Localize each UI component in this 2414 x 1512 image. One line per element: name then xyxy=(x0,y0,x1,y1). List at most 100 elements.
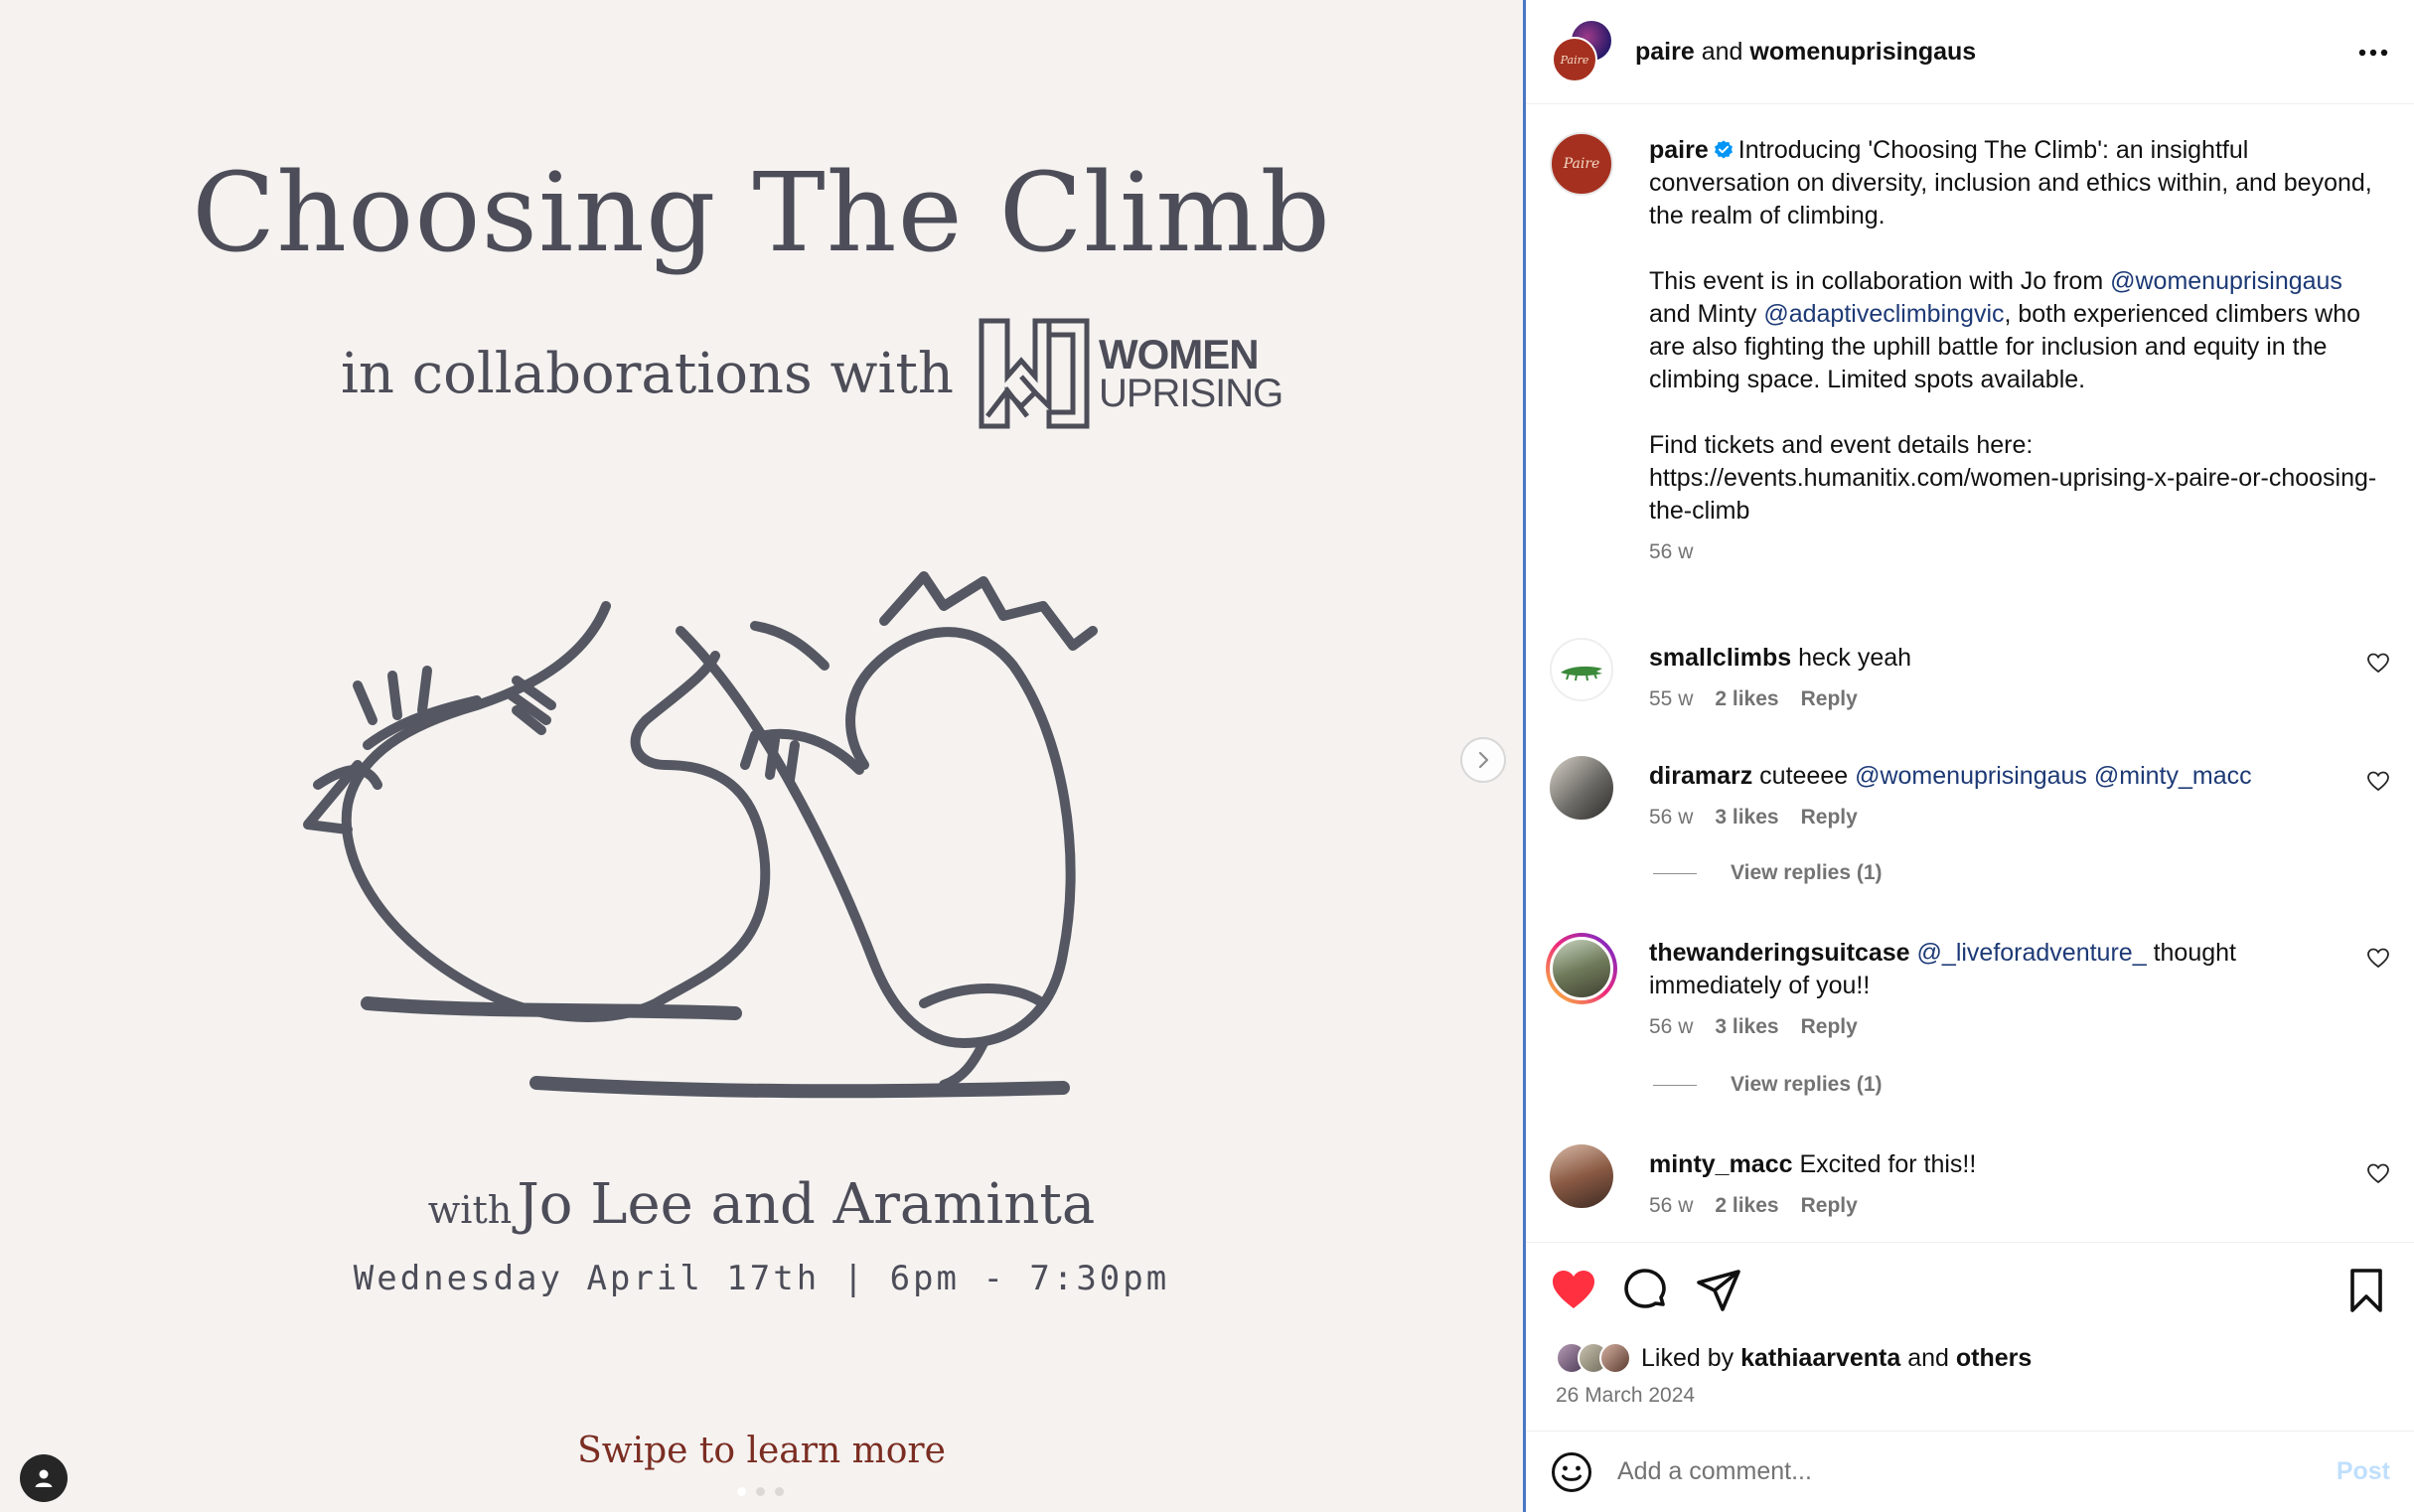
reply-button[interactable]: Reply xyxy=(1801,806,1858,829)
more-horizontal-icon xyxy=(2358,49,2388,57)
women-uprising-mark-icon xyxy=(979,318,1090,429)
women-uprising-wordmark: WOMEN UPRISING xyxy=(1098,334,1283,415)
comment-username[interactable]: diramarz xyxy=(1649,762,1752,790)
mention-link[interactable]: @womenuprisingaus @minty_macc xyxy=(1855,762,2252,790)
liked-by: Liked by kathiaarventa and others xyxy=(1556,1342,2032,1374)
replies-divider xyxy=(1653,872,1697,874)
avatar[interactable] xyxy=(1550,1144,1613,1208)
header-usernames: paire and womenuprisingaus xyxy=(1635,38,1976,67)
liked-joiner: and xyxy=(1907,1343,1949,1372)
collab-row: in collaborations with WOMEN UPRISING xyxy=(341,316,1283,431)
post-date: 26 March 2024 xyxy=(1556,1384,1696,1407)
hosts-prefix: with xyxy=(427,1188,513,1232)
liked-user[interactable]: kathiaarventa xyxy=(1740,1344,1900,1372)
view-replies-button[interactable]: View replies (1) xyxy=(1653,861,1883,885)
caption-para-2: This event is in collaboration with Jo f… xyxy=(1649,265,2380,396)
climbing-shoes-illustration xyxy=(303,571,1098,1099)
mention-link[interactable]: @adaptiveclimbingvic xyxy=(1763,300,2004,328)
caption-text-1: Introducing 'Choosing The Climb': an ins… xyxy=(1649,136,2372,229)
carousel-indicator xyxy=(737,1487,784,1496)
view-replies-button[interactable]: View replies (1) xyxy=(1653,1073,1883,1097)
mention-link[interactable]: @_liveforadventure_ xyxy=(1917,939,2147,967)
verified-badge-icon xyxy=(1714,140,1733,159)
liker-avatar[interactable] xyxy=(1599,1342,1631,1374)
liked-by-text: Liked by kathiaarventa and others xyxy=(1641,1344,2032,1373)
view-replies-label: View replies (1) xyxy=(1731,861,1883,884)
caption-text-3a: Find tickets and event details here: xyxy=(1649,431,2034,459)
post-sidebar: Paire paire and womenuprisingaus Paire p… xyxy=(1523,0,2414,1512)
header-user-paire[interactable]: paire xyxy=(1635,38,1695,66)
comment-input[interactable] xyxy=(1617,1457,2303,1486)
next-slide-button[interactable] xyxy=(1460,737,1506,783)
comment-time: 56 w xyxy=(1649,1194,1694,1217)
post-comment-button[interactable]: Post xyxy=(2337,1457,2390,1486)
avatar[interactable]: Paire xyxy=(1550,132,1613,196)
like-comment-heart-icon[interactable] xyxy=(2366,652,2390,676)
comment-text: cuteeee xyxy=(1759,762,1849,790)
comment-likes[interactable]: 2 likes xyxy=(1715,1194,1778,1217)
comment-bubble-icon[interactable] xyxy=(1621,1267,1669,1314)
bookmark-save-icon[interactable] xyxy=(2342,1267,2390,1314)
like-comment-heart-icon[interactable] xyxy=(2366,1162,2390,1186)
carousel-dot xyxy=(775,1487,784,1496)
comment-content: diramarz cuteeee @womenuprisingaus @mint… xyxy=(1649,760,2340,833)
reply-button[interactable]: Reply xyxy=(1801,687,1858,710)
comment-meta: 56 w 2 likes Reply xyxy=(1649,1189,2340,1222)
swipe-text: Swipe to learn more xyxy=(577,1431,946,1471)
header-user-womenuprisingaus[interactable]: womenuprisingaus xyxy=(1749,38,1976,66)
post-image-title: Choosing The Climb xyxy=(192,149,1331,276)
comments-section: Paire paire Introducing 'Choosing The Cli… xyxy=(1526,104,2414,1242)
liked-others[interactable]: others xyxy=(1956,1344,2032,1372)
comment-username[interactable]: smallclimbs xyxy=(1649,644,1791,672)
reply-button[interactable]: Reply xyxy=(1801,1015,1858,1038)
comment-text: Excited for this!! xyxy=(1799,1150,1977,1178)
like-comment-heart-icon[interactable] xyxy=(2366,947,2390,971)
comment-likes[interactable]: 3 likes xyxy=(1715,806,1778,829)
collab-avatars[interactable]: Paire xyxy=(1550,19,1615,84)
comment-text: heck yeah xyxy=(1798,644,1912,672)
comment-time: 56 w xyxy=(1649,1015,1694,1038)
post-actions: Liked by kathiaarventa and others 26 Mar… xyxy=(1526,1242,2414,1431)
comment-time: 55 w xyxy=(1649,687,1694,710)
comment-meta: 56 w 3 likes Reply xyxy=(1649,1010,2340,1043)
hosts-names: Jo Lee and Araminta xyxy=(517,1172,1096,1237)
user-icon xyxy=(35,1469,53,1487)
more-options-button[interactable] xyxy=(2358,36,2388,57)
post-media: Choosing The Climb in collaborations wit… xyxy=(0,0,1523,1512)
reply-button[interactable]: Reply xyxy=(1801,1194,1858,1217)
like-comment-heart-icon[interactable] xyxy=(2366,770,2390,794)
emoji-icon[interactable] xyxy=(1550,1450,1593,1494)
mention-link[interactable]: @womenuprisingaus xyxy=(2110,267,2342,295)
hosts-line: with Jo Lee and Araminta xyxy=(0,1172,1523,1237)
caption-para-1: paire Introducing 'Choosing The Climb': a… xyxy=(1649,134,2380,232)
comment-likes[interactable]: 3 likes xyxy=(1715,1015,1778,1038)
tagged-users-button[interactable] xyxy=(20,1454,68,1502)
comment-likes[interactable]: 2 likes xyxy=(1715,687,1778,710)
comment-time: 56 w xyxy=(1649,806,1694,829)
like-heart-icon[interactable] xyxy=(1550,1267,1597,1314)
avatar-story-ring[interactable] xyxy=(1546,933,1617,1004)
caption-time: 56 w xyxy=(1649,540,1694,563)
comment-username[interactable]: thewanderingsuitcase xyxy=(1649,939,1910,967)
replies-divider xyxy=(1653,1084,1697,1086)
caption-username[interactable]: paire xyxy=(1649,136,1709,164)
comment-username[interactable]: minty_macc xyxy=(1649,1150,1793,1178)
avatar[interactable] xyxy=(1550,638,1613,701)
caption-url: https://events.humanitix.com/women-upris… xyxy=(1649,464,2377,525)
avatar[interactable] xyxy=(1550,756,1613,820)
comment: diramarz cuteeee @womenuprisingaus @mint… xyxy=(1550,752,2390,832)
caption-content: paire Introducing 'Choosing The Climb': a… xyxy=(1649,134,2380,568)
logo-word-uprising: UPRISING xyxy=(1098,371,1283,415)
view-replies-label: View replies (1) xyxy=(1731,1073,1883,1096)
caption-text-2a: This event is in collaboration with Jo f… xyxy=(1649,267,2104,295)
share-send-icon[interactable] xyxy=(1695,1267,1742,1314)
event-date: Wednesday April 17th | 6pm - 7:30pm xyxy=(353,1259,1170,1298)
avatar-paire[interactable]: Paire xyxy=(1552,37,1597,82)
header-joiner: and xyxy=(1701,37,1743,66)
comment: smallclimbs heck yeah 55 w 2 likes Reply xyxy=(1550,634,2390,713)
caption-text-2b: and Minty xyxy=(1649,300,1757,328)
add-comment-bar: Post xyxy=(1526,1431,2414,1512)
avatar[interactable] xyxy=(1550,937,1613,1000)
comment: minty_macc Excited for this!! 56 w 2 like… xyxy=(1550,1140,2390,1220)
comment-content: thewanderingsuitcase @_liveforadventure_… xyxy=(1649,937,2340,1043)
